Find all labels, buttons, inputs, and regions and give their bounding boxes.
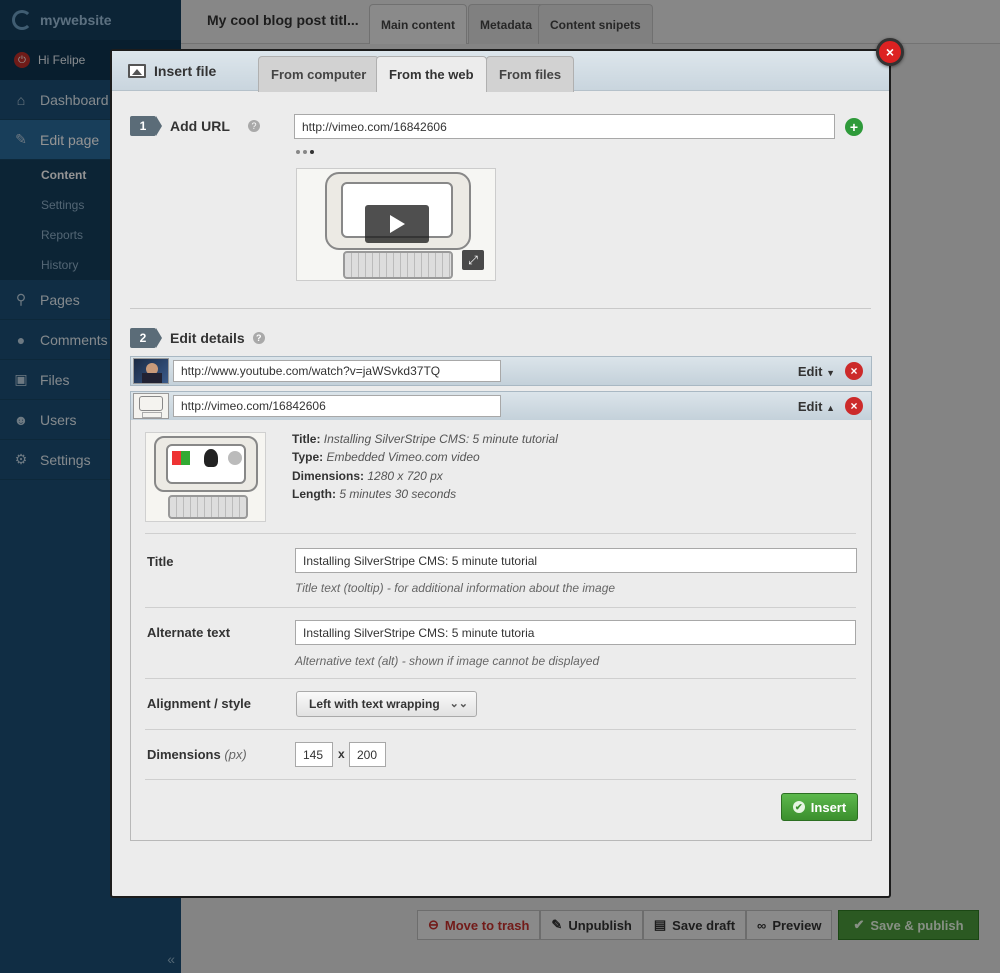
close-icon: × xyxy=(850,399,858,413)
fullscreen-icon[interactable]: ⤢ xyxy=(462,250,484,270)
keyboard-illustration xyxy=(168,495,248,519)
alt-text-label: Alternate text xyxy=(147,625,231,640)
chevron-up-icon: ▲ xyxy=(826,403,835,413)
alignment-select[interactable]: Left with text wrapping ⌄⌄ xyxy=(296,691,477,717)
plus-icon: + xyxy=(849,119,859,135)
divider xyxy=(145,678,856,679)
file-thumbnail xyxy=(133,358,169,384)
divider xyxy=(145,607,856,608)
file-preview-image xyxy=(145,432,266,522)
width-input[interactable]: 145 xyxy=(295,742,333,767)
close-icon: × xyxy=(885,44,895,60)
linux-logo xyxy=(204,449,218,467)
alt-text-hint: Alternative text (alt) - shown if image … xyxy=(295,654,600,668)
tab-from-the-web[interactable]: From the web xyxy=(376,56,487,92)
meta-title: Title: Installing SilverStripe CMS: 5 mi… xyxy=(292,432,558,446)
close-icon: × xyxy=(850,364,858,378)
remove-file-button[interactable]: × xyxy=(845,362,863,380)
help-icon[interactable]: ? xyxy=(252,332,265,344)
help-icon[interactable]: ? xyxy=(248,120,260,132)
dimension-separator: x xyxy=(338,747,345,761)
divider xyxy=(145,729,856,730)
insert-label: Insert xyxy=(810,799,847,815)
insert-button[interactable]: ✔ Insert xyxy=(781,793,858,821)
meta-type: Type: Embedded Vimeo.com video xyxy=(292,450,480,464)
step-label: Add URL xyxy=(170,118,230,134)
meta-length: Length: 5 minutes 30 seconds xyxy=(292,487,457,501)
title-label: Title xyxy=(147,554,174,569)
step-label: Edit details xyxy=(170,330,245,346)
file-row[interactable]: http://vimeo.com/16842606 Edit ▲ × xyxy=(130,391,872,421)
loading-indicator xyxy=(296,150,314,154)
windows-logo xyxy=(172,451,190,465)
dialog-title: Insert file xyxy=(128,63,216,79)
dialog-header: Insert file From computer From the web F… xyxy=(112,51,889,92)
edit-label: Edit xyxy=(797,399,823,414)
insert-file-dialog: Insert file From computer From the web F… xyxy=(110,38,904,898)
close-dialog-button[interactable]: × xyxy=(876,38,904,66)
file-row[interactable]: http://www.youtube.com/watch?v=jaWSvkd37… xyxy=(130,356,872,386)
tab-from-computer[interactable]: From computer xyxy=(258,56,380,92)
file-url-input[interactable]: http://www.youtube.com/watch?v=jaWSvkd37… xyxy=(173,360,501,382)
title-hint: Title text (tooltip) - for additional in… xyxy=(295,581,616,595)
file-url-input[interactable]: http://vimeo.com/16842606 xyxy=(173,395,501,417)
height-input[interactable]: 200 xyxy=(349,742,386,767)
edit-label: Edit xyxy=(797,364,823,379)
alt-text-input[interactable]: Installing SilverStripe CMS: 5 minute tu… xyxy=(295,620,856,645)
divider xyxy=(145,533,856,534)
step-number: 2 xyxy=(130,328,162,348)
edit-toggle[interactable]: Edit ▲ xyxy=(798,399,835,414)
keyboard-illustration xyxy=(343,251,453,279)
play-icon[interactable] xyxy=(365,205,429,243)
divider xyxy=(145,779,856,780)
alignment-value: Left with text wrapping xyxy=(309,697,440,711)
step-number: 1 xyxy=(130,116,162,136)
dialog-title-text: Insert file xyxy=(154,63,217,79)
url-input[interactable]: http://vimeo.com/16842606 xyxy=(294,114,835,139)
step-edit-details: 2 Edit details ? xyxy=(130,328,265,348)
video-preview[interactable]: ⤢ xyxy=(296,168,496,281)
alignment-label: Alignment / style xyxy=(147,696,252,711)
image-icon xyxy=(128,64,146,78)
chevron-double-down-icon: ⌄⌄ xyxy=(449,698,468,710)
dimensions-label: Dimensions (px) xyxy=(147,747,247,762)
tab-from-files[interactable]: From files xyxy=(486,56,575,92)
file-thumbnail xyxy=(133,393,169,419)
remove-file-button[interactable]: × xyxy=(845,397,863,415)
check-icon: ✔ xyxy=(792,801,805,813)
add-url-button[interactable]: + xyxy=(845,118,863,136)
file-details-panel: Title: Installing SilverStripe CMS: 5 mi… xyxy=(130,420,872,841)
edit-toggle[interactable]: Edit ▼ xyxy=(798,364,835,379)
step-add-url: 1 Add URL xyxy=(130,116,230,136)
divider xyxy=(130,308,871,309)
apple-logo xyxy=(228,451,242,465)
meta-dimensions: Dimensions: 1280 x 720 px xyxy=(292,469,443,483)
title-input[interactable]: Installing SilverStripe CMS: 5 minute tu… xyxy=(295,548,857,573)
chevron-down-icon: ▼ xyxy=(826,368,835,378)
